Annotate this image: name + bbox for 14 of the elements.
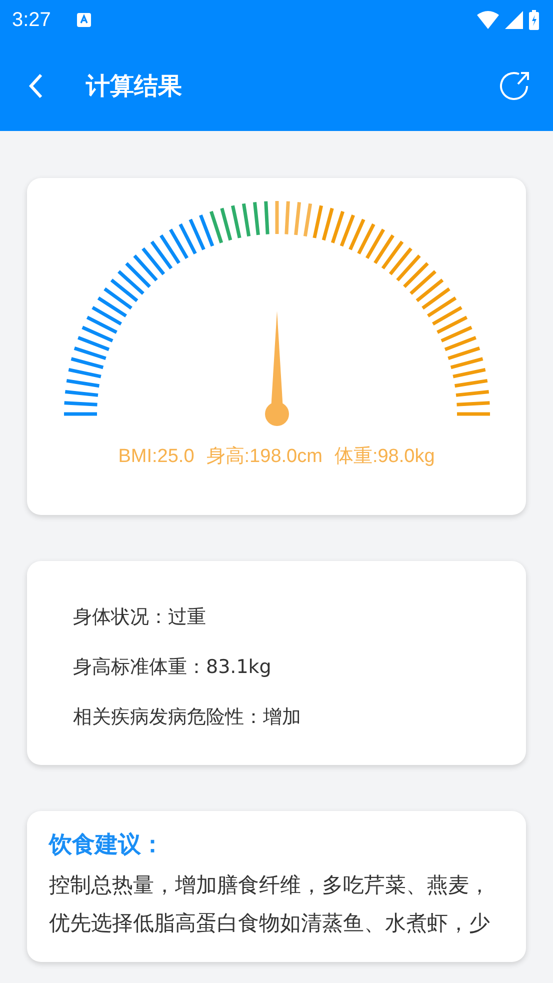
page-title: 计算结果 bbox=[86, 70, 182, 102]
result-line: 相关疾病发病危险性：增加 bbox=[73, 705, 302, 730]
result-line: 身高标准体重：83.1kg bbox=[73, 655, 272, 680]
wifi-icon bbox=[477, 11, 499, 29]
gauge-readout: 身高:198.0cm bbox=[206, 445, 322, 469]
battery-icon bbox=[529, 10, 539, 30]
result-line: 身体状况：过重 bbox=[73, 605, 207, 630]
keyboard-notification-icon bbox=[76, 13, 91, 27]
advice-title: 饮食建议： bbox=[49, 831, 165, 860]
advice-text: 控制总热量，增加膳食纤维，多吃芹菜、燕麦，优先选择低脂高蛋白食物如清蒸鱼、水煮虾，少 bbox=[49, 872, 491, 937]
signal-icon bbox=[505, 11, 523, 29]
gauge-readout: 体重:98.0kg bbox=[334, 445, 435, 469]
gauge-readout: BMI:25.0 bbox=[118, 446, 194, 468]
status-time: 3:27 bbox=[12, 8, 51, 32]
